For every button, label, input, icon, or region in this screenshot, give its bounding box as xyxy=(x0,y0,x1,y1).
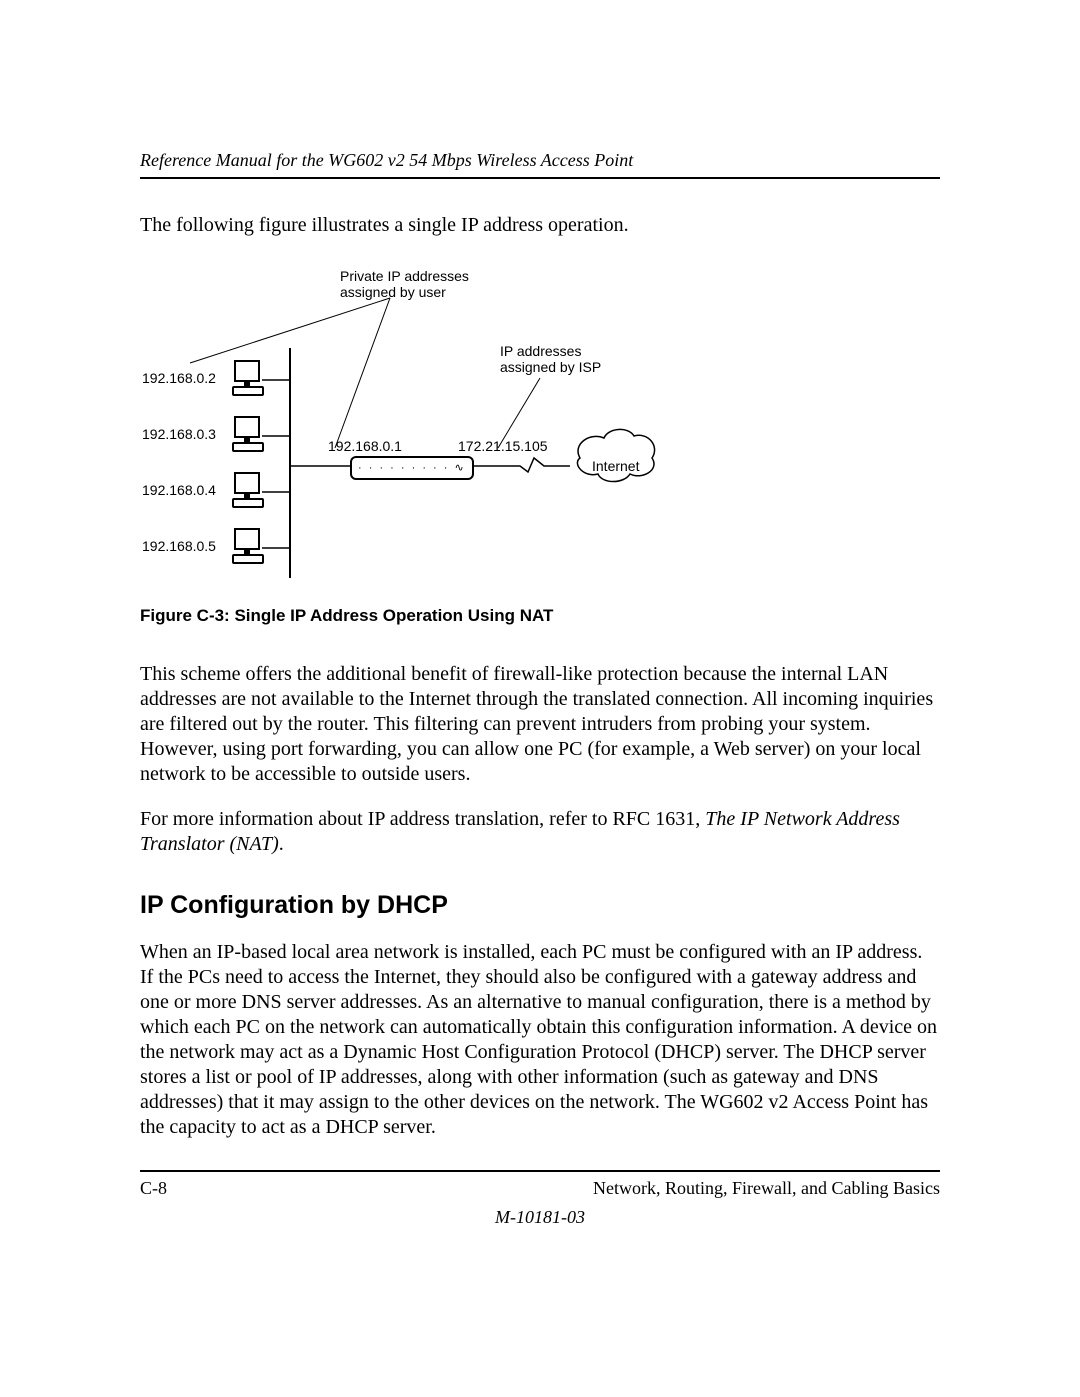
pc-icon xyxy=(232,416,262,454)
pc-icon xyxy=(232,528,262,566)
router-lan-ip: 192.168.0.1 xyxy=(328,438,402,454)
pc-icon xyxy=(232,472,262,510)
pc-icon xyxy=(232,360,262,398)
header-rule xyxy=(140,177,940,179)
page-number: C-8 xyxy=(140,1178,167,1199)
footer-row: C-8 Network, Routing, Firewall, and Cabl… xyxy=(140,1178,940,1199)
footer-section-title: Network, Routing, Firewall, and Cabling … xyxy=(593,1178,940,1199)
nat-diagram: Private IP addresses assigned by user IP… xyxy=(140,258,670,588)
router-wan-ip: 172.21.15.105 xyxy=(458,438,548,454)
rfc-tail: . xyxy=(279,833,284,855)
footer-rule xyxy=(140,1170,940,1172)
running-header: Reference Manual for the WG602 v2 54 Mbp… xyxy=(140,150,940,171)
private-ip-callout: Private IP addresses assigned by user xyxy=(340,268,469,300)
internet-label: Internet xyxy=(592,458,639,474)
figure-caption: Figure C-3: Single IP Address Operation … xyxy=(140,606,940,626)
rfc-lead: For more information about IP address tr… xyxy=(140,808,705,830)
rfc-paragraph: For more information about IP address tr… xyxy=(140,807,940,857)
pc-ip-label: 192.168.0.4 xyxy=(142,482,216,498)
page-content: Reference Manual for the WG602 v2 54 Mbp… xyxy=(0,0,1080,1228)
dhcp-paragraph: When an IP-based local area network is i… xyxy=(140,940,940,1140)
pc-ip-label: 192.168.0.3 xyxy=(142,426,216,442)
private-ip-callout-l1: Private IP addresses xyxy=(340,268,469,284)
firewall-paragraph: This scheme offers the additional benefi… xyxy=(140,662,940,787)
diagram-lines xyxy=(140,258,670,588)
router-icon: · · · · · · · · · ∿ xyxy=(350,456,474,480)
intro-paragraph: The following figure illustrates a singl… xyxy=(140,213,940,238)
pc-ip-label: 192.168.0.5 xyxy=(142,538,216,554)
isp-ip-callout: IP addresses assigned by ISP xyxy=(500,343,601,375)
section-heading-dhcp: IP Configuration by DHCP xyxy=(140,891,940,920)
isp-ip-callout-l1: IP addresses xyxy=(500,343,581,359)
pc-ip-label: 192.168.0.2 xyxy=(142,370,216,386)
isp-ip-callout-l2: assigned by ISP xyxy=(500,359,601,375)
private-ip-callout-l2: assigned by user xyxy=(340,284,446,300)
document-number: M-10181-03 xyxy=(140,1207,940,1228)
